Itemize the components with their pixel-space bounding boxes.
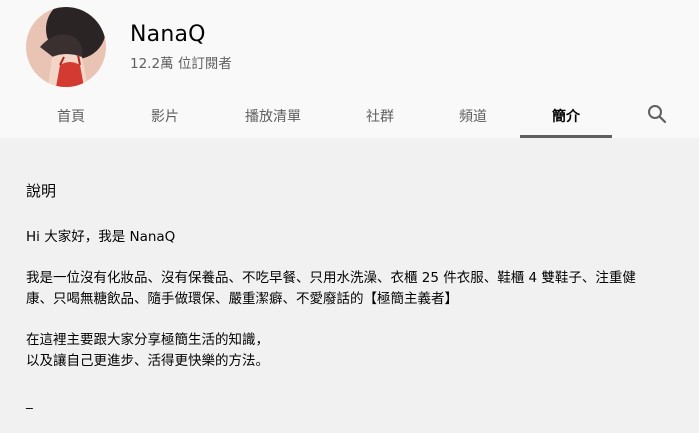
description-heading: 說明 (26, 182, 57, 200)
avatar[interactable] (26, 7, 106, 87)
description-paragraph: 我是一位沒有化妝品、沒有保養品、不吃早餐、只用水洗澡、衣櫃 25 件衣服、鞋櫃 … (26, 270, 636, 307)
description-body: Hi 大家好，我是 NanaQ 我是一位沒有化妝品、沒有保養品、不吃早餐、只用水… (26, 227, 676, 413)
description-paragraph: Hi 大家好，我是 NanaQ (26, 229, 176, 245)
about-section: 說明 Hi 大家好，我是 NanaQ 我是一位沒有化妝品、沒有保養品、不吃早餐、… (26, 180, 676, 433)
subscriber-count: 12.2萬 位訂閱者 (130, 56, 232, 72)
tab-home[interactable]: 首頁 (25, 94, 117, 138)
tab-playlists[interactable]: 播放清單 (227, 94, 319, 138)
description-paragraph: _ (26, 394, 33, 410)
description-paragraph: 在這裡主要跟大家分享極簡生活的知識， 以及讓自己更進步、活得更快樂的方法。 (26, 332, 269, 369)
tab-videos[interactable]: 影片 (119, 94, 211, 138)
channel-tabs: 首頁 影片 播放清單 社群 頻道 簡介 (0, 94, 699, 138)
channel-header: NanaQ 12.2萬 位訂閱者 首頁 影片 播放清單 社群 頻道 簡介 (0, 0, 699, 138)
channel-name: NanaQ (130, 22, 206, 47)
tab-about[interactable]: 簡介 (520, 94, 612, 138)
search-icon[interactable] (640, 94, 674, 134)
tab-community[interactable]: 社群 (334, 94, 426, 138)
tab-channels[interactable]: 頻道 (427, 94, 519, 138)
